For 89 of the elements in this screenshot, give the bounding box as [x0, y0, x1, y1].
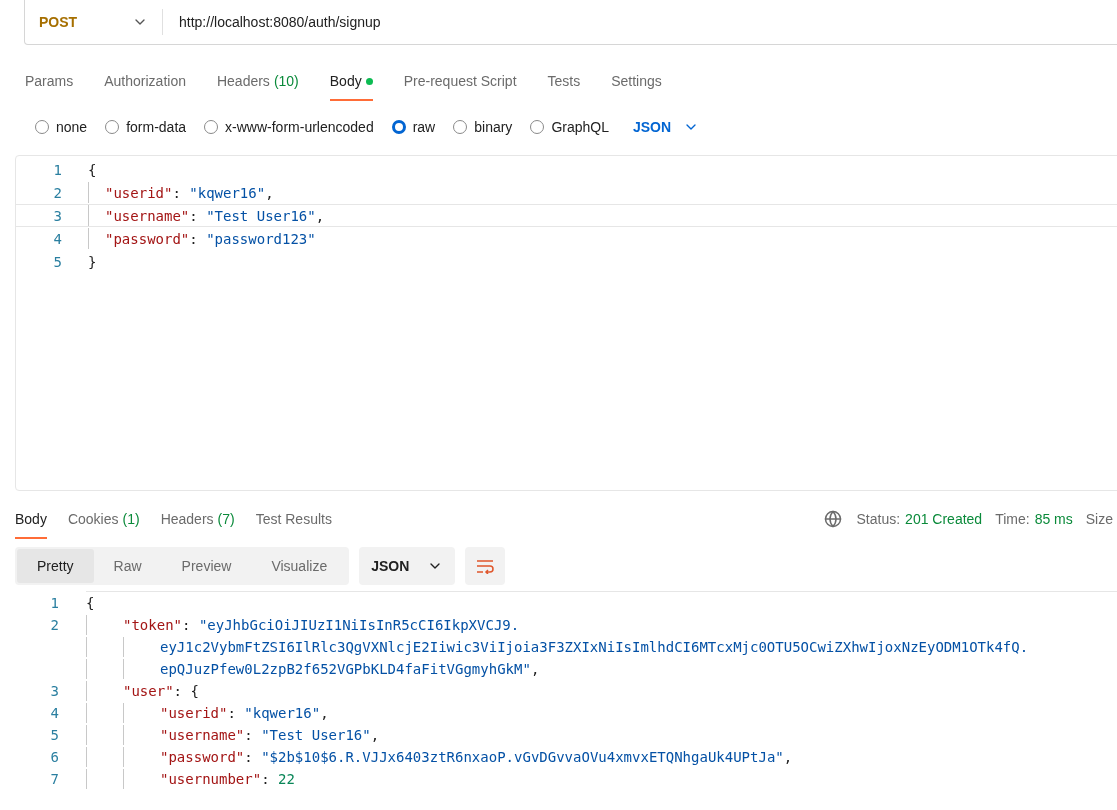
response-tab[interactable]: Headers (7)	[160, 499, 235, 539]
json-string: "$2b$10$6.R.VJJx6403ztR6nxaoP.vGvDGvvaOVu4xmvxETQNhgaUk4UPtJa"	[261, 749, 784, 765]
body-type-option[interactable]: GraphQL	[530, 119, 609, 135]
json-punctuation: ,	[530, 661, 540, 677]
json-key: "userid"	[160, 705, 228, 721]
response-tab[interactable]: Test Results	[255, 499, 332, 539]
json-punctuation: :	[189, 207, 199, 224]
json-punctuation: :	[244, 727, 254, 743]
line-number: 2	[49, 617, 59, 633]
json-punctuation: ,	[783, 749, 793, 765]
line-number: 4	[49, 705, 59, 721]
response-tab[interactable]: Body	[15, 499, 47, 539]
json-key: "username"	[105, 207, 190, 224]
json-number: 22	[278, 771, 295, 787]
json-punctuation: {	[88, 161, 97, 178]
json-string: "kqwer16"	[244, 705, 321, 721]
json-key: "token"	[123, 617, 182, 633]
json-punctuation: ,	[370, 727, 380, 743]
line-number: 5	[52, 253, 62, 270]
view-mode-tab[interactable]: Pretty	[17, 549, 94, 583]
json-string: "password123"	[206, 230, 316, 247]
view-mode-tab[interactable]: Preview	[161, 549, 252, 583]
json-punctuation: :	[244, 749, 254, 765]
json-punctuation: ,	[320, 705, 329, 721]
json-key: "userid"	[105, 184, 173, 201]
option-label: binary	[474, 119, 513, 135]
tab-count: (1)	[122, 511, 140, 527]
line-number: 1	[49, 595, 59, 611]
request-tab[interactable]: Headers (10)	[216, 61, 299, 101]
body-type-option[interactable]: form-data	[105, 119, 187, 135]
body-type-option[interactable]: raw	[391, 119, 436, 135]
request-body-editor[interactable]: 1 { 2 "userid": "kqwer16", 3 "username": "Test User16", 4 "password": "password123" 5 }	[15, 155, 1117, 491]
body-type-option[interactable]: binary	[453, 119, 513, 135]
option-label: none	[56, 119, 88, 135]
option-label: GraphQL	[551, 119, 609, 135]
json-punctuation: :	[227, 705, 237, 721]
json-punctuation: ,	[265, 184, 274, 201]
line-number: 7	[49, 771, 59, 787]
json-punctuation: :	[261, 771, 271, 787]
format-dropdown[interactable]: JSON	[632, 119, 700, 135]
json-key: "password"	[105, 230, 190, 247]
line-number: 3	[49, 683, 59, 699]
line-number: 5	[49, 727, 59, 743]
body-type-option[interactable]: none	[35, 119, 88, 135]
json-string: eyJ1c2VybmFtZSI6IlRlc3QgVXNlcjE2Iiwic3ViIjoia3F3ZXIxNiIsImlhdCI6MTcxMjc0OTU5OCwiZXhwIjoxNzEyODM1OTk4fQ.	[160, 639, 1029, 655]
json-string: "eyJhbGciOiJIUzI1NiIsInR5cCI6IkpXVCJ9.	[198, 617, 520, 633]
size-label: Size	[1085, 511, 1113, 527]
line-number: 2	[52, 184, 62, 201]
json-string: "kqwer16"	[189, 184, 266, 201]
option-label: raw	[412, 119, 436, 135]
json-punctuation: }	[88, 253, 97, 270]
line-number: 3	[52, 207, 62, 224]
status-label: Status:	[856, 511, 901, 527]
request-tab[interactable]: Body	[329, 61, 373, 101]
view-mode-tab[interactable]: Visualize	[251, 549, 348, 583]
tab-count: (7)	[217, 511, 235, 527]
request-tab[interactable]: Settings	[611, 61, 662, 101]
wrap-lines-button[interactable]	[465, 547, 506, 585]
json-punctuation: {	[86, 595, 95, 611]
json-key: "password"	[160, 749, 245, 765]
line-number: 4	[52, 230, 62, 247]
globe-icon[interactable]	[823, 510, 842, 528]
view-mode-tab[interactable]: Raw	[93, 549, 162, 583]
response-tab[interactable]: Cookies (1)	[67, 499, 140, 539]
wrap-lines-icon	[475, 558, 496, 574]
json-punctuation: :	[182, 617, 192, 633]
tab-count: (10)	[273, 73, 299, 89]
json-punctuation: :	[189, 230, 199, 247]
line-number: 1	[52, 161, 62, 178]
time-value: 85 ms	[1034, 511, 1073, 527]
request-tab[interactable]: Authorization	[104, 61, 186, 101]
json-punctuation: :	[172, 184, 182, 201]
json-key: "username"	[160, 727, 245, 743]
request-tab[interactable]: Params	[25, 61, 74, 101]
json-string: epQJuzPfew0L2zpB2f652VGPbKLD4faFitVGgmyhGkM"	[160, 661, 531, 677]
option-label: form-data	[126, 119, 187, 135]
request-tab[interactable]: Pre-request Script	[403, 61, 517, 101]
radio-button[interactable]	[391, 120, 406, 134]
time-label: Time:	[995, 511, 1030, 527]
status-value: 201 Created	[905, 511, 983, 527]
format-dropdown[interactable]: JSON	[359, 547, 456, 585]
json-key: "user"	[123, 683, 174, 699]
json-string: "Test User16"	[261, 727, 371, 743]
line-number: 6	[49, 749, 59, 765]
request-tab[interactable]: Tests	[547, 61, 581, 101]
json-punctuation: ,	[315, 207, 325, 224]
json-key: "usernumber"	[160, 771, 262, 787]
json-punctuation: : {	[173, 683, 199, 699]
json-string: "Test User16"	[206, 207, 316, 224]
